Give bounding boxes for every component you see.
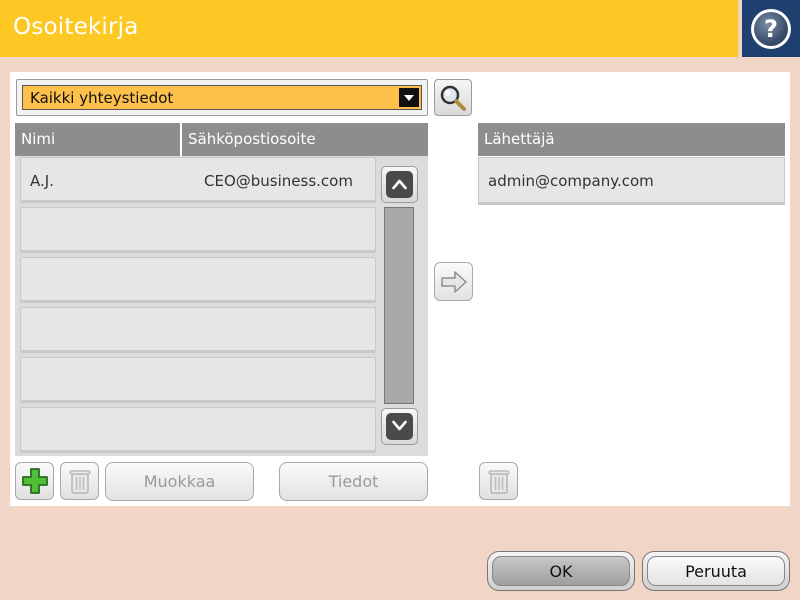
contacts-list: A.J. CEO@business.com — [15, 156, 428, 456]
delete-sender-button[interactable] — [479, 462, 518, 500]
help-area: ? — [742, 0, 800, 57]
details-button[interactable]: Tiedot — [279, 462, 428, 501]
contact-row[interactable]: A.J. CEO@business.com — [20, 157, 376, 203]
column-header-name: Nimi — [15, 123, 180, 156]
question-mark-icon: ? — [754, 12, 788, 46]
contact-row[interactable] — [20, 357, 376, 403]
delete-contact-button[interactable] — [60, 462, 99, 500]
trash-icon — [488, 470, 510, 494]
contacts-filter-dropdown[interactable]: Kaikki yhteystiedot — [16, 79, 428, 116]
dropdown-field[interactable]: Kaikki yhteystiedot — [22, 85, 422, 110]
help-button[interactable]: ? — [751, 9, 791, 49]
scroll-up-button[interactable] — [381, 166, 418, 203]
window-title: Osoitekirja — [13, 14, 139, 40]
contact-row[interactable] — [20, 407, 376, 453]
scroll-down-button[interactable] — [381, 408, 418, 445]
edit-button[interactable]: Muokkaa — [105, 462, 254, 501]
contact-row[interactable] — [20, 207, 376, 253]
magnifier-icon — [440, 85, 466, 111]
address-book-panel: Kaikki yhteystiedot Nimi Sähköpostiosoit… — [10, 72, 790, 506]
add-contact-button[interactable] — [15, 462, 54, 500]
sender-row[interactable]: admin@company.com — [478, 157, 785, 205]
cancel-button[interactable]: Peruuta — [642, 551, 790, 591]
chevron-down-icon — [392, 420, 407, 431]
trash-icon — [69, 470, 91, 494]
column-header-sender: Lähettäjä — [478, 123, 785, 156]
chevron-up-icon — [392, 179, 407, 190]
scrollbar-track[interactable] — [384, 207, 414, 404]
contact-row[interactable] — [20, 257, 376, 303]
chevron-down-icon[interactable] — [399, 88, 419, 107]
contact-email: CEO@business.com — [204, 172, 353, 190]
plus-icon — [22, 468, 48, 494]
add-to-sender-button[interactable] — [434, 262, 473, 301]
dropdown-selected-value: Kaikki yhteystiedot — [30, 89, 174, 107]
cancel-button-label: Peruuta — [647, 556, 785, 586]
contact-name: A.J. — [30, 172, 54, 190]
ok-button[interactable]: OK — [487, 551, 635, 591]
ok-button-label: OK — [492, 556, 630, 586]
column-header-email: Sähköpostiosoite — [182, 123, 428, 156]
title-bar: Osoitekirja — [0, 0, 738, 57]
search-button[interactable] — [434, 79, 472, 116]
sender-email: admin@company.com — [488, 172, 654, 190]
arrow-right-icon — [441, 271, 467, 293]
contact-row[interactable] — [20, 307, 376, 353]
